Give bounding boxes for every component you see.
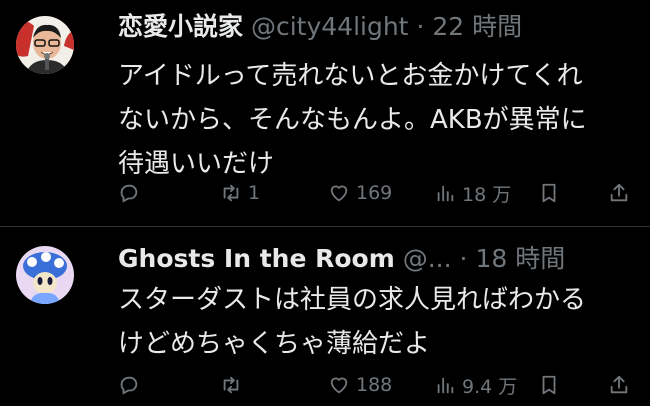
views-icon: [437, 377, 454, 394]
avatar[interactable]: [16, 246, 74, 304]
reply-icon: [120, 376, 138, 395]
share-icon: [610, 375, 628, 394]
heart-icon: [330, 185, 348, 202]
bookmark-icon: [542, 183, 556, 203]
tweet-header: 恋愛小説家 @city44light · 22 時間: [118, 10, 522, 44]
retweet-icon: [223, 376, 239, 394]
bookmark-icon: [542, 375, 556, 395]
reply-button[interactable]: [118, 178, 146, 208]
views-button[interactable]: 18 万: [434, 178, 511, 208]
like-count: 188: [356, 374, 393, 396]
heart-icon: [330, 377, 348, 394]
retweet-button[interactable]: 1: [220, 178, 260, 208]
timestamp[interactable]: 22 時間: [432, 12, 522, 41]
share-button[interactable]: [608, 178, 630, 208]
view-count: 18 万: [462, 183, 512, 206]
share-button[interactable]: [608, 370, 630, 400]
handle[interactable]: @city44light: [251, 12, 409, 41]
retweet-button[interactable]: [220, 370, 248, 400]
views-icon: [437, 185, 454, 202]
like-count: 169: [356, 182, 393, 204]
timestamp[interactable]: 18 時間: [475, 244, 565, 273]
separator: ·: [459, 244, 468, 273]
like-button[interactable]: 188: [328, 370, 392, 400]
reply-icon: [120, 184, 138, 203]
tweet-text: アイドルって売れないとお金かけてくれ ないから、そんなもんよ。AKBが異常に 待…: [118, 61, 587, 179]
retweet-icon: [223, 184, 239, 202]
avatar-image: [16, 246, 74, 304]
avatar[interactable]: [16, 16, 74, 74]
share-icon: [610, 183, 628, 202]
tweet-text: スターダストは社員の求人見ればわかる けどめちゃくちゃ薄給だよ: [118, 285, 587, 359]
like-button[interactable]: 169: [328, 178, 392, 208]
tweet-header: Ghosts In the Room @... · 18 時間: [118, 242, 565, 276]
tweet[interactable]: 恋愛小説家 @city44light · 22 時間 アイドルって売れないとお金…: [0, 0, 650, 228]
separator: ·: [416, 12, 425, 41]
views-button[interactable]: 9.4 万: [434, 370, 517, 400]
display-name[interactable]: Ghosts In the Room: [118, 244, 395, 273]
view-count: 9.4 万: [462, 375, 518, 398]
divider: [0, 226, 650, 227]
tweet[interactable]: Ghosts In the Room @... · 18 時間 スターダストは社…: [0, 228, 650, 406]
action-bar: 1 169 18 万: [118, 178, 638, 208]
reply-button[interactable]: [118, 370, 146, 400]
retweet-count: 1: [248, 182, 261, 204]
action-bar: 188 9.4 万: [118, 370, 638, 400]
bookmark-button[interactable]: [538, 370, 560, 400]
bookmark-button[interactable]: [538, 178, 560, 208]
avatar-image: [16, 16, 74, 74]
handle[interactable]: @...: [403, 244, 452, 273]
display-name[interactable]: 恋愛小説家: [118, 12, 243, 41]
